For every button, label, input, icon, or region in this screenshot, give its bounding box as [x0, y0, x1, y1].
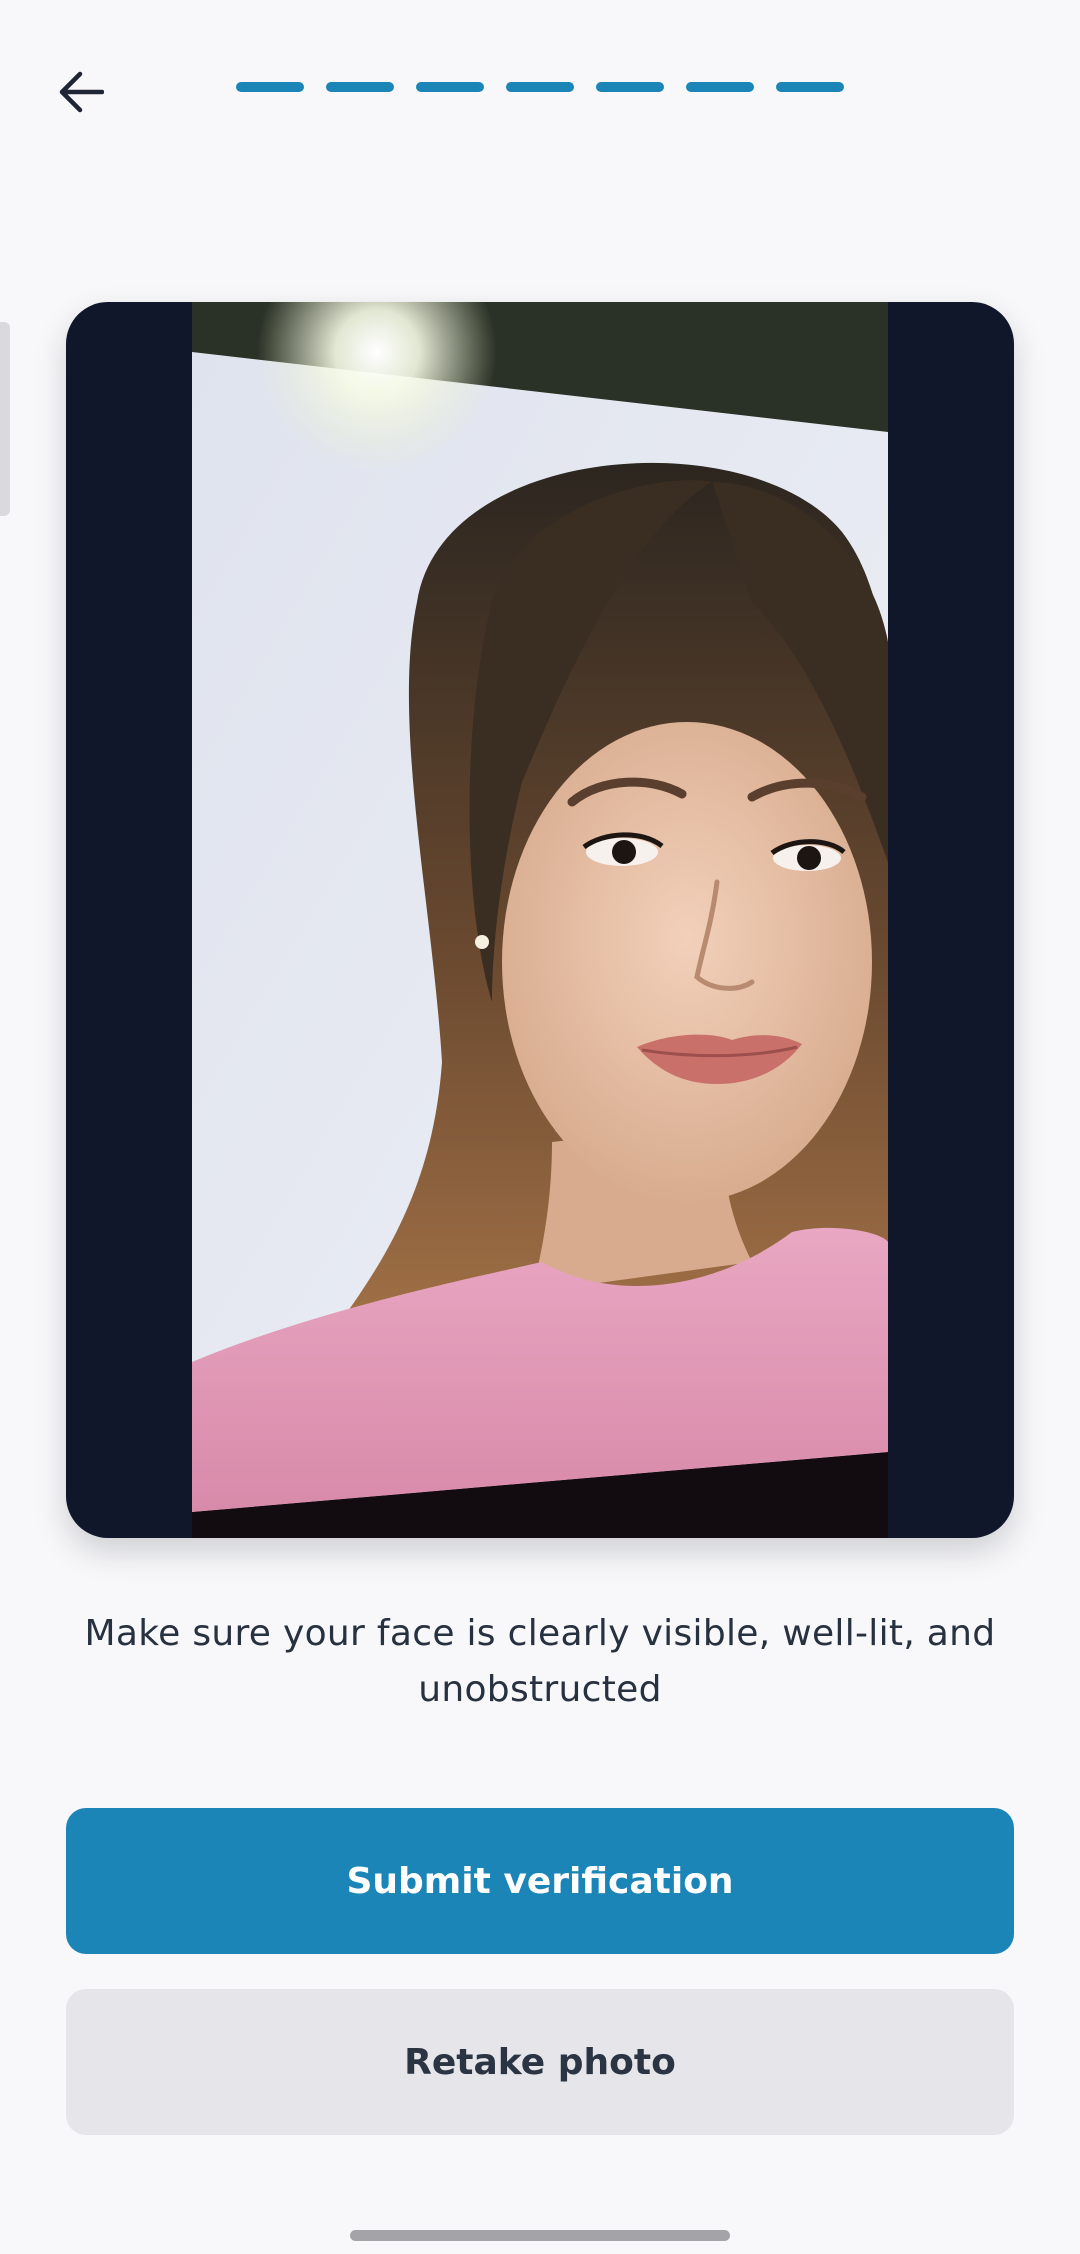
progress-step [326, 82, 394, 92]
submit-verification-button[interactable]: Submit verification [66, 1808, 1014, 1954]
selfie-photo [192, 302, 888, 1538]
photo-preview-card [66, 302, 1014, 1538]
progress-step [776, 82, 844, 92]
home-indicator[interactable] [350, 2230, 730, 2241]
progress-indicator [236, 82, 844, 92]
retake-photo-button[interactable]: Retake photo [66, 1989, 1014, 2135]
arrow-left-icon [59, 71, 104, 113]
progress-step [686, 82, 754, 92]
progress-step [416, 82, 484, 92]
progress-step [236, 82, 304, 92]
progress-step [596, 82, 664, 92]
back-button[interactable] [40, 52, 120, 132]
edge-panel-handle[interactable] [0, 322, 10, 516]
instruction-text: Make sure your face is clearly visible, … [84, 1613, 996, 1710]
progress-step [506, 82, 574, 92]
